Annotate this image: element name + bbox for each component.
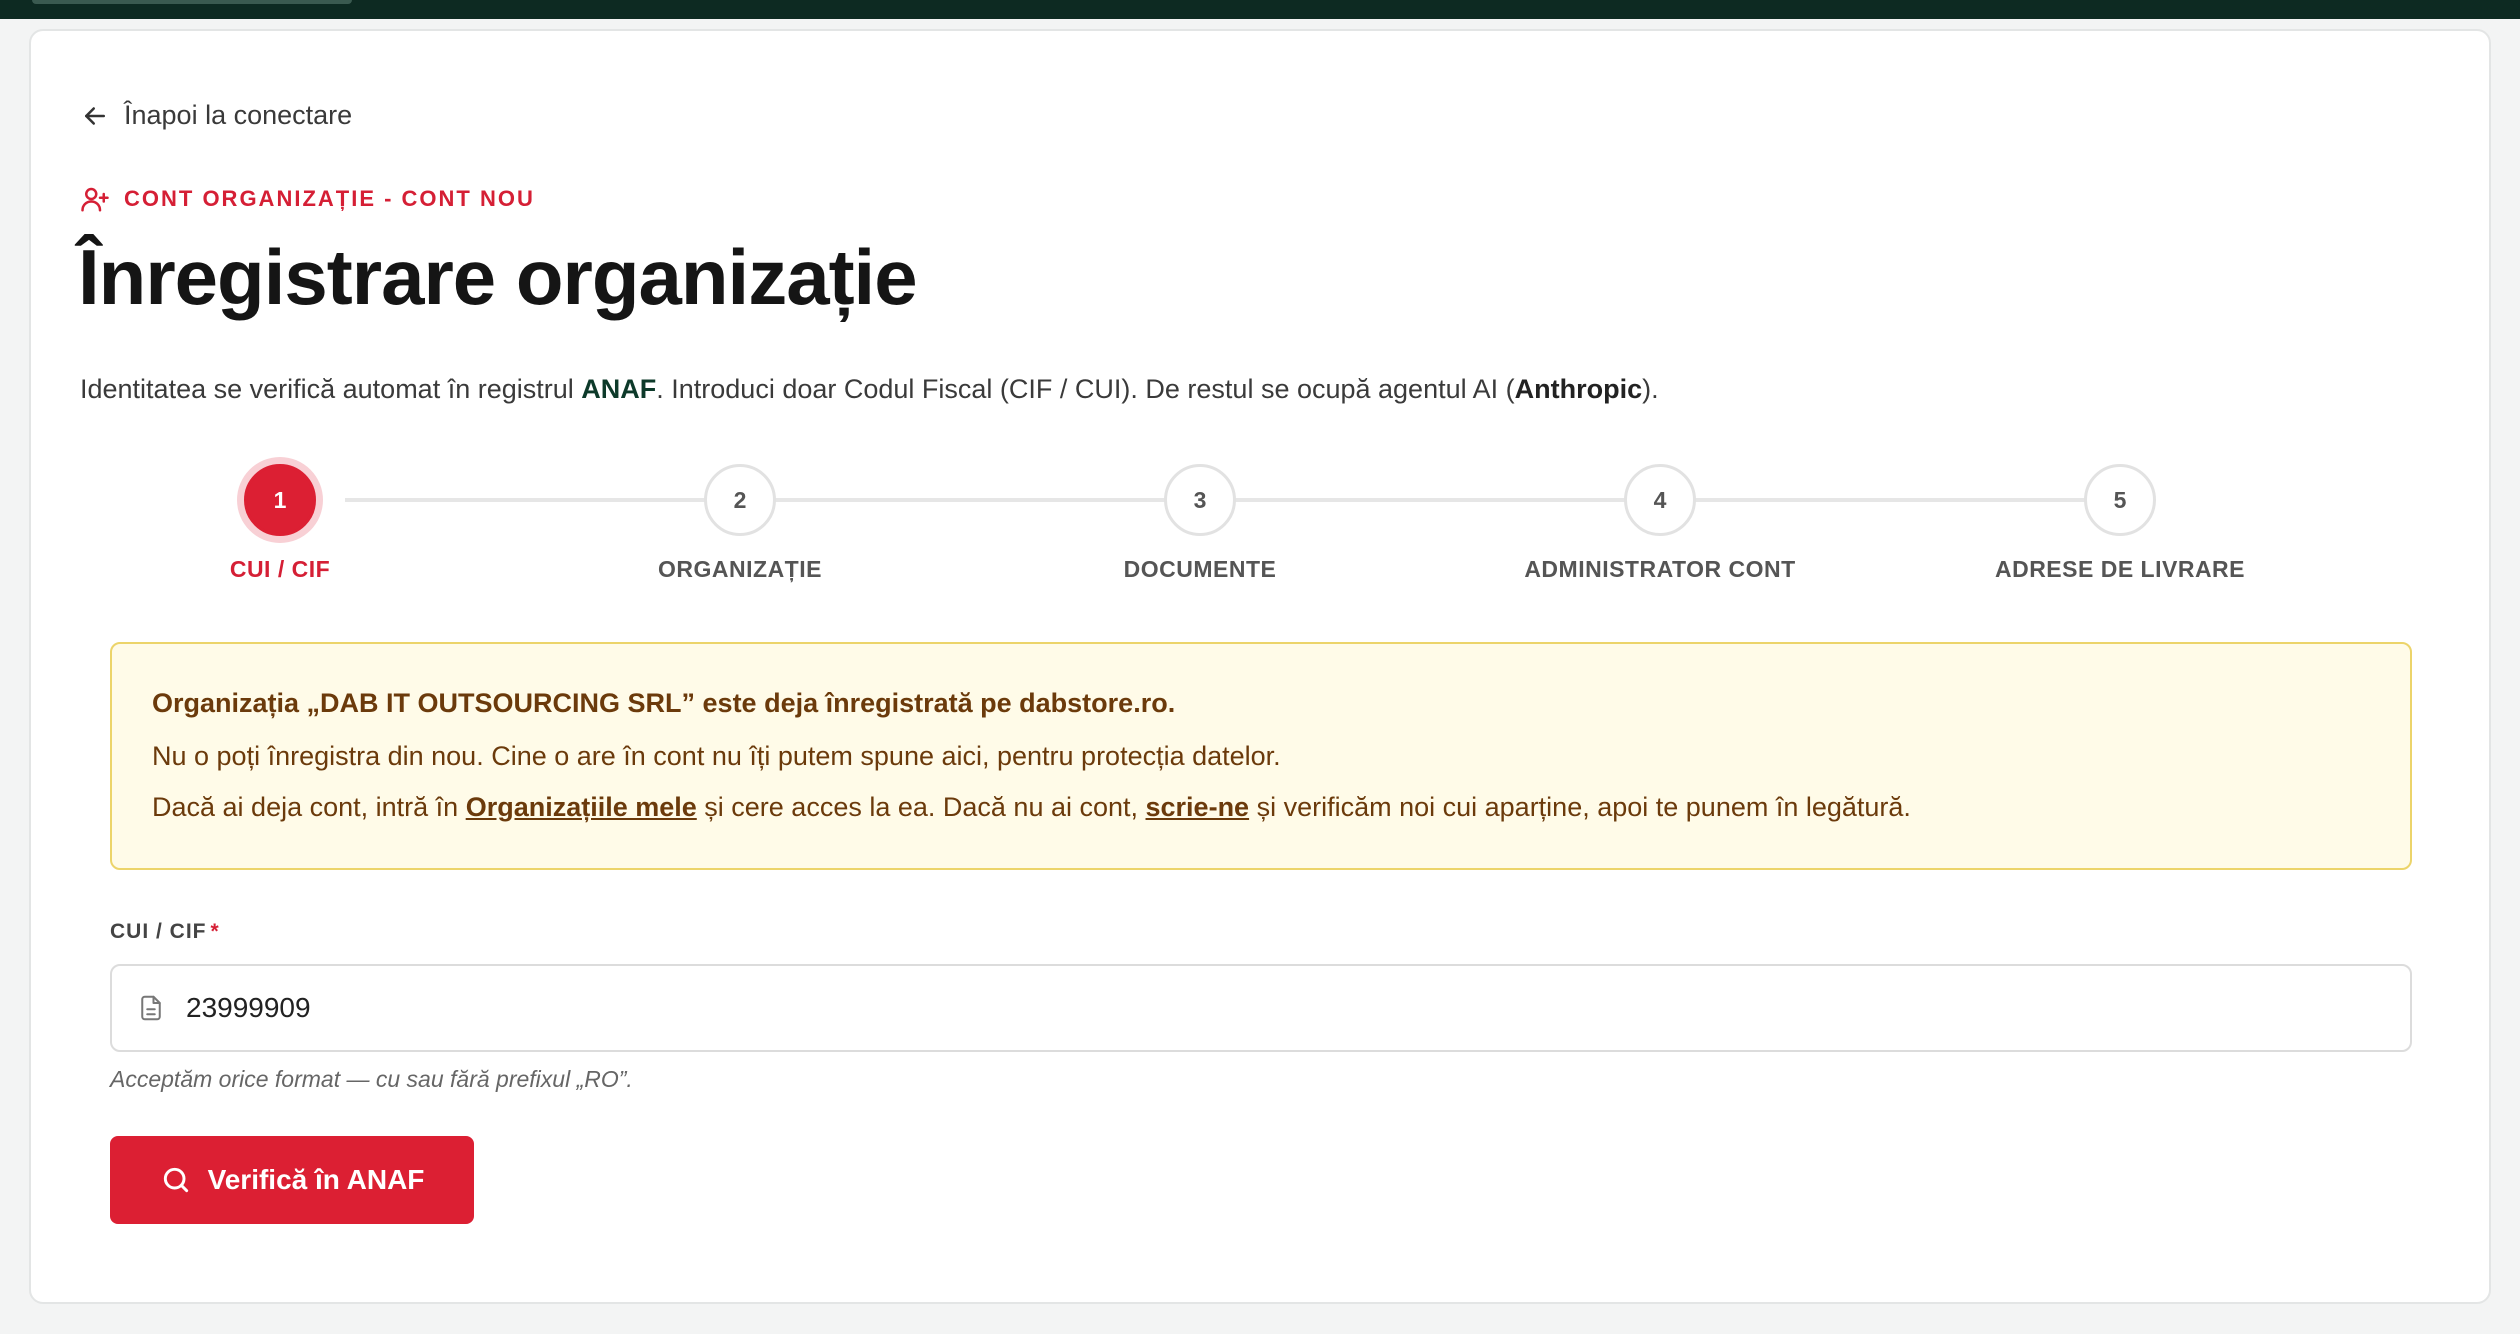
top-bar-tab	[32, 0, 352, 4]
cui-input-wrapper[interactable]	[110, 964, 2412, 1052]
step-documente[interactable]: 3 DOCUMENTE	[1000, 460, 1400, 583]
step-adrese-de-livrare[interactable]: 5 ADRESE DE LIVRARE	[1920, 460, 2320, 583]
back-to-login-link[interactable]: Înapoi la conectare	[80, 100, 352, 131]
alert-text: și cere acces la ea. Dacă nu ai cont,	[696, 792, 1146, 822]
subtitle-part1: Identitatea se verifică automat în regis…	[80, 374, 582, 404]
verify-anaf-button[interactable]: Verifică în ANAF	[110, 1136, 474, 1224]
step-circle: 2	[704, 464, 776, 536]
top-bar	[0, 0, 2520, 19]
step-cui-cif[interactable]: 1 CUI / CIF	[80, 460, 480, 583]
cui-field-label: CUI / CIF *	[110, 920, 220, 944]
arrow-left-icon	[85, 106, 105, 125]
step-label: DOCUMENTE	[1123, 556, 1277, 582]
verify-button-label: Verifică în ANAF	[207, 1164, 425, 1195]
document-icon	[141, 995, 161, 1021]
step-circle: 5	[2084, 464, 2156, 536]
alert-title: Organizația „DAB IT OUTSOURCING SRL” est…	[152, 688, 1176, 718]
subtitle-agent: Anthropic	[1514, 374, 1643, 404]
registration-stepper: 1 CUI / CIF 2 ORGANIZAȚIE 3 DOCUMENTE 4 …	[80, 460, 2380, 590]
subtitle-anaf: ANAF	[581, 374, 657, 404]
alert-line-2: Dacă ai deja cont, intră în Organizațiil…	[152, 792, 2370, 823]
step-label: CUI / CIF	[229, 556, 331, 582]
subtitle-part2: . Introduci doar Codul Fiscal (CIF / CUI…	[656, 374, 1515, 404]
alert-line-1: Nu o poți înregistra din nou. Cine o are…	[152, 741, 1281, 771]
step-label: ADRESE DE LIVRARE	[1994, 556, 2246, 582]
search-icon	[163, 1167, 188, 1193]
step-circle: 1	[244, 464, 316, 536]
page-subtitle: Identitatea se verifică automat în regis…	[80, 374, 1659, 405]
section-eyebrow: CONT ORGANIZAȚIE - CONT NOU	[80, 184, 535, 214]
my-organizations-link[interactable]: Organizațiile mele	[466, 792, 697, 822]
eyebrow-label: CONT ORGANIZAȚIE - CONT NOU	[124, 186, 535, 211]
already-registered-alert: Organizația „DAB IT OUTSOURCING SRL” est…	[110, 642, 2412, 870]
cui-field-hint: Acceptăm orice format — cu sau fără pref…	[110, 1066, 633, 1092]
required-mark: *	[210, 920, 220, 943]
page-title: Înregistrare organizație	[78, 233, 918, 321]
step-administrator-cont[interactable]: 4 ADMINISTRATOR CONT	[1460, 460, 1860, 583]
alert-text: și verificăm noi cui aparține, apoi te p…	[1249, 792, 1911, 822]
contact-us-link[interactable]: scrie-ne	[1146, 792, 1250, 822]
step-label: ADMINISTRATOR CONT	[1524, 556, 1796, 582]
back-link-label: Înapoi la conectare	[124, 100, 353, 130]
step-organizatie[interactable]: 2 ORGANIZAȚIE	[540, 460, 940, 583]
step-circle: 4	[1624, 464, 1696, 536]
alert-text: Dacă ai deja cont, intră în	[152, 792, 466, 822]
step-label: ORGANIZAȚIE	[658, 556, 822, 582]
cui-input[interactable]	[186, 992, 2386, 1024]
user-plus-icon	[81, 187, 109, 212]
cui-label-text: CUI / CIF	[110, 920, 207, 943]
subtitle-part3: ).	[1642, 374, 1659, 404]
step-circle: 3	[1164, 464, 1236, 536]
